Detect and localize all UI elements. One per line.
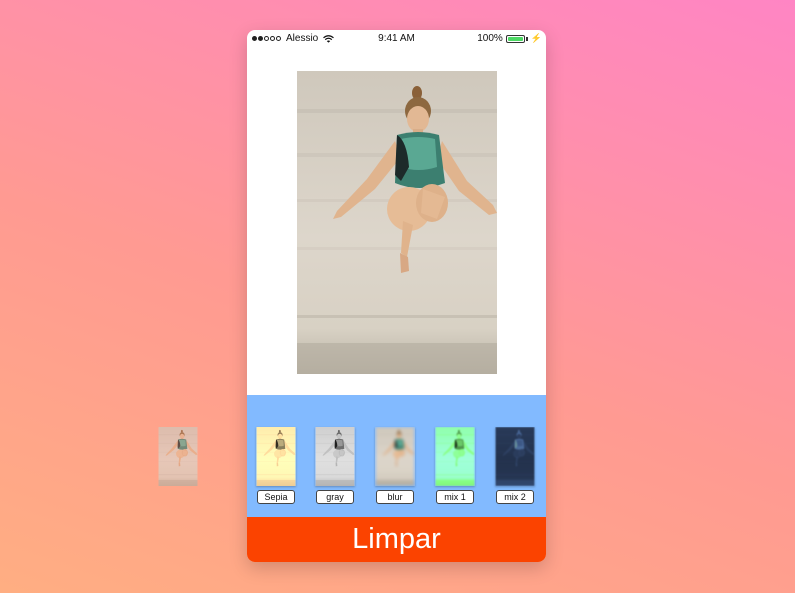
filter-label[interactable]: gray — [316, 490, 354, 504]
filter-blur[interactable]: blur — [374, 427, 416, 505]
filter-thumbnail[interactable] — [375, 427, 415, 486]
original-thumbnail — [158, 427, 198, 486]
filter-thumbnail[interactable] — [495, 427, 535, 486]
filter-label[interactable]: mix 2 — [496, 490, 534, 504]
filter-label[interactable]: mix 1 — [436, 490, 474, 504]
status-bar: Alessio 9:41 AM 100% ⚡ — [247, 30, 546, 47]
filter-gray[interactable]: gray — [314, 427, 356, 505]
filter-mix-1[interactable]: mix 1 — [434, 427, 476, 505]
filter-bar: Sepia gray blur mix 1 mix 2 — [247, 395, 546, 517]
filter-label[interactable]: blur — [376, 490, 414, 504]
filter-thumbnail[interactable] — [256, 427, 296, 486]
status-bar-right: 100% ⚡ — [477, 33, 542, 44]
charging-bolt-icon: ⚡ — [530, 33, 542, 43]
filter-label[interactable]: Sepia — [257, 490, 295, 504]
filter-thumbnail[interactable] — [435, 427, 475, 486]
main-photo — [297, 71, 497, 374]
battery-level-fill — [507, 36, 523, 41]
filter-sepia[interactable]: Sepia — [255, 427, 297, 505]
phone-frame: Alessio 9:41 AM 100% ⚡ Sepia gray blur m… — [247, 30, 546, 562]
battery-percentage: 100% — [477, 33, 503, 44]
filter-thumbnail[interactable] — [315, 427, 355, 486]
battery-cap — [525, 36, 528, 41]
filter-mix-2[interactable]: mix 2 — [494, 427, 536, 505]
clear-button[interactable]: Limpar — [247, 517, 546, 562]
battery-icon — [505, 34, 525, 43]
